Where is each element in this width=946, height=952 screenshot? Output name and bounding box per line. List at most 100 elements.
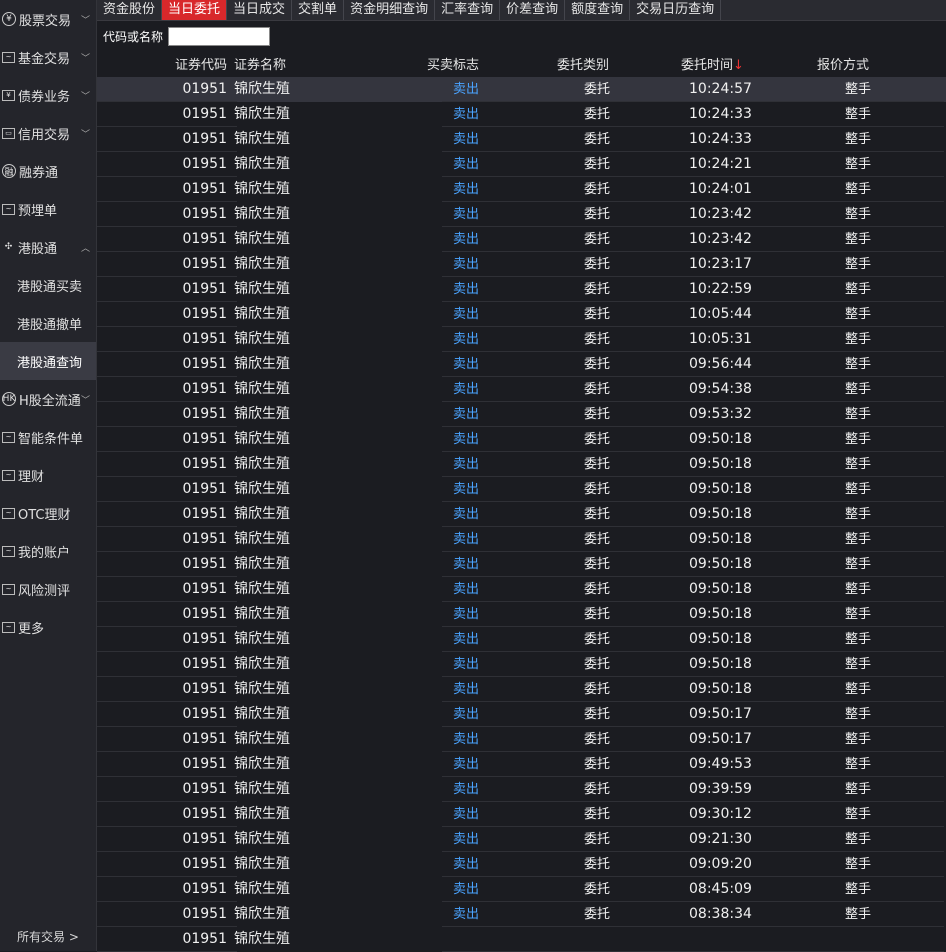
table-row[interactable]: 01951 锦欣生殖 卖出 委托 10:24:57 整手: [97, 77, 946, 102]
header-flag[interactable]: 买卖标志: [427, 53, 479, 78]
sidebar-item-4[interactable]: 融融券通: [0, 152, 96, 190]
tab-3[interactable]: 交割单: [292, 0, 345, 20]
tab-8[interactable]: 交易日历查询: [630, 0, 722, 20]
sidebar-item-13[interactable]: ~ OTC理财: [0, 494, 96, 532]
sidebar-item-0[interactable]: ¥ 股票交易 ﹀: [0, 0, 96, 38]
header-price[interactable]: 报价方式: [817, 53, 869, 78]
sidebar-item-3[interactable]: ▭ 信用交易 ﹀: [0, 114, 96, 152]
sidebar-item-6[interactable]: ✣ 港股通 ︿: [0, 228, 96, 266]
cell-time: 09:09:20: [689, 856, 752, 872]
table-row[interactable]: 01951 锦欣生殖 卖出 委托 09:49:53 整手: [97, 752, 946, 777]
cell-type: 委托: [584, 432, 611, 447]
sidebar-item-1[interactable]: ~ 基金交易 ﹀: [0, 38, 96, 76]
tab-6[interactable]: 价差查询: [500, 0, 566, 20]
cell-name: 锦欣生殖: [234, 456, 290, 472]
table-row[interactable]: 01951 锦欣生殖 卖出 委托 10:24:21 整手: [97, 152, 946, 177]
table-row[interactable]: 01951 锦欣生殖 卖出 委托 09:56:44 整手: [97, 352, 946, 377]
table-row[interactable]: 01951 锦欣生殖 卖出 委托 09:50:18 整手: [97, 652, 946, 677]
cell-type: 委托: [584, 207, 611, 222]
cell-code: 01951: [182, 506, 227, 522]
table-row[interactable]: 01951 锦欣生殖 卖出 委托 10:05:44 整手: [97, 302, 946, 327]
code-or-name-input[interactable]: [168, 26, 271, 46]
sidebar-item-11[interactable]: ~ 智能条件单: [0, 418, 96, 456]
table-row[interactable]: 01951 锦欣生殖 卖出 委托 09:50:18 整手: [97, 677, 946, 702]
cell-type: 委托: [584, 757, 611, 772]
table-row[interactable]: 01951 锦欣生殖 卖出 委托 10:24:33 整手: [97, 102, 946, 127]
cell-time: 10:24:01: [689, 181, 752, 197]
table-row[interactable]: 01951 锦欣生殖 卖出 委托 09:50:18 整手: [97, 527, 946, 552]
sidebar-item-5[interactable]: ~ 预埋单: [0, 190, 96, 228]
table-row[interactable]: 01951 锦欣生殖 卖出 委托 09:50:18 整手: [97, 552, 946, 577]
cell-time: 09:50:18: [689, 481, 752, 497]
cell-type: 委托: [584, 307, 611, 322]
sidebar-item-9[interactable]: 港股通查询: [0, 342, 96, 380]
cell-time: 10:24:33: [689, 131, 752, 147]
tab-1[interactable]: 当日委托: [162, 0, 228, 20]
tab-2[interactable]: 当日成交: [227, 0, 293, 20]
cell-time: 09:50:18: [689, 606, 752, 622]
table-row[interactable]: 01951 锦欣生殖 卖出 委托 10:23:42 整手: [97, 202, 946, 227]
sidebar-item-14[interactable]: ~ 我的账户: [0, 532, 96, 570]
sidebar-item-7[interactable]: 港股通买卖: [0, 266, 96, 304]
tab-5[interactable]: 汇率查询: [435, 0, 501, 20]
cell-code: 01951: [182, 831, 227, 847]
table-row[interactable]: 01951 锦欣生殖 卖出 委托 09:54:38 整手: [97, 377, 946, 402]
cell-code: 01951: [182, 106, 227, 122]
table-row[interactable]: 01951 锦欣生殖 卖出 委托 10:23:42 整手: [97, 227, 946, 252]
cell-time: 09:50:18: [689, 431, 752, 447]
cell-flag: 卖出: [453, 432, 480, 447]
hk-icon: HK: [2, 392, 16, 406]
sidebar-item-2[interactable]: ¥ 债券业务 ﹀: [0, 76, 96, 114]
sidebar-item-label: 股票交易: [19, 13, 72, 29]
table-row[interactable]: 01951 锦欣生殖 卖出 委托 08:38:34 整手: [97, 902, 946, 927]
table-row[interactable]: 01951 锦欣生殖 卖出 委托 09:50:18 整手: [97, 602, 946, 627]
cell-time: 09:39:59: [689, 781, 752, 797]
sidebar-item-8[interactable]: 港股通撤单: [0, 304, 96, 342]
header-time[interactable]: 委托时间↓: [681, 53, 744, 78]
table-row[interactable]: 01951 锦欣生殖 卖出 委托 10:05:31 整手: [97, 327, 946, 352]
table-row[interactable]: 01951 锦欣生殖 卖出 委托 09:50:18 整手: [97, 627, 946, 652]
table-row[interactable]: 01951 锦欣生殖 卖出 委托 09:50:18 整手: [97, 577, 946, 602]
table-row[interactable]: 01951 锦欣生殖 卖出 委托 09:50:18 整手: [97, 502, 946, 527]
sidebar-item-10[interactable]: HK H股全流通 ﹀: [0, 380, 96, 418]
header-name[interactable]: 证券名称: [234, 53, 286, 78]
table-row[interactable]: 01951 锦欣生殖 卖出 委托 10:22:59 整手: [97, 277, 946, 302]
table-row[interactable]: 01951 锦欣生殖 卖出 委托 10:24:33 整手: [97, 127, 946, 152]
cell-price: 整手: [845, 782, 872, 797]
table-row[interactable]: 01951 锦欣生殖 卖出 委托 09:39:59 整手: [97, 777, 946, 802]
sidebar-item-16[interactable]: ~ 更多: [0, 608, 96, 646]
table-row[interactable]: 01951 锦欣生殖 卖出 委托 09:30:12 整手: [97, 802, 946, 827]
cell-time: 10:23:42: [689, 206, 752, 222]
table-row[interactable]: 01951 锦欣生殖 卖出 委托 09:21:30 整手: [97, 827, 946, 852]
cell-price: 整手: [845, 107, 872, 122]
cell-type: 委托: [584, 882, 611, 897]
cell-price: 整手: [845, 182, 872, 197]
table-row[interactable]: 01951 锦欣生殖 卖出 委托 09:50:18 整手: [97, 427, 946, 452]
chevron-down-icon: ﹀: [80, 130, 90, 140]
cell-code: 01951: [182, 206, 227, 222]
table-row[interactable]: 01951 锦欣生殖 卖出 委托 09:50:17 整手: [97, 727, 946, 752]
cell-time: 09:50:18: [689, 556, 752, 572]
tab-7[interactable]: 额度查询: [565, 0, 631, 20]
table-row[interactable]: 01951 锦欣生殖 卖出 委托 09:53:32 整手: [97, 402, 946, 427]
header-code[interactable]: 证券代码: [175, 53, 227, 78]
table-row[interactable]: 01951 锦欣生殖 卖出 委托 09:09:20 整手: [97, 852, 946, 877]
table-row[interactable]: 01951 锦欣生殖: [97, 927, 946, 952]
header-type[interactable]: 委托类别: [557, 53, 609, 78]
table-row[interactable]: 01951 锦欣生殖 卖出 委托 09:50:18 整手: [97, 477, 946, 502]
sidebar-item-12[interactable]: ~ 理财: [0, 456, 96, 494]
table-row[interactable]: 01951 锦欣生殖 卖出 委托 08:45:09 整手: [97, 877, 946, 902]
cell-code: 01951: [182, 856, 227, 872]
all-trades-link[interactable]: 所有交易 >: [17, 928, 79, 945]
table-row[interactable]: 01951 锦欣生殖 卖出 委托 09:50:18 整手: [97, 452, 946, 477]
table-row[interactable]: 01951 锦欣生殖 卖出 委托 10:24:01 整手: [97, 177, 946, 202]
tab-0[interactable]: 资金股份: [97, 0, 163, 20]
tab-4[interactable]: 资金明细查询: [344, 0, 436, 20]
sort-desc-icon: ↓: [733, 58, 744, 73]
table-row[interactable]: 01951 锦欣生殖 卖出 委托 09:50:17 整手: [97, 702, 946, 727]
chart-icon: ~: [2, 203, 15, 215]
cell-code: 01951: [182, 806, 227, 822]
cell-time: 09:50:18: [689, 681, 752, 697]
sidebar-item-15[interactable]: ~ 风险测评: [0, 570, 96, 608]
table-row[interactable]: 01951 锦欣生殖 卖出 委托 10:23:17 整手: [97, 252, 946, 277]
